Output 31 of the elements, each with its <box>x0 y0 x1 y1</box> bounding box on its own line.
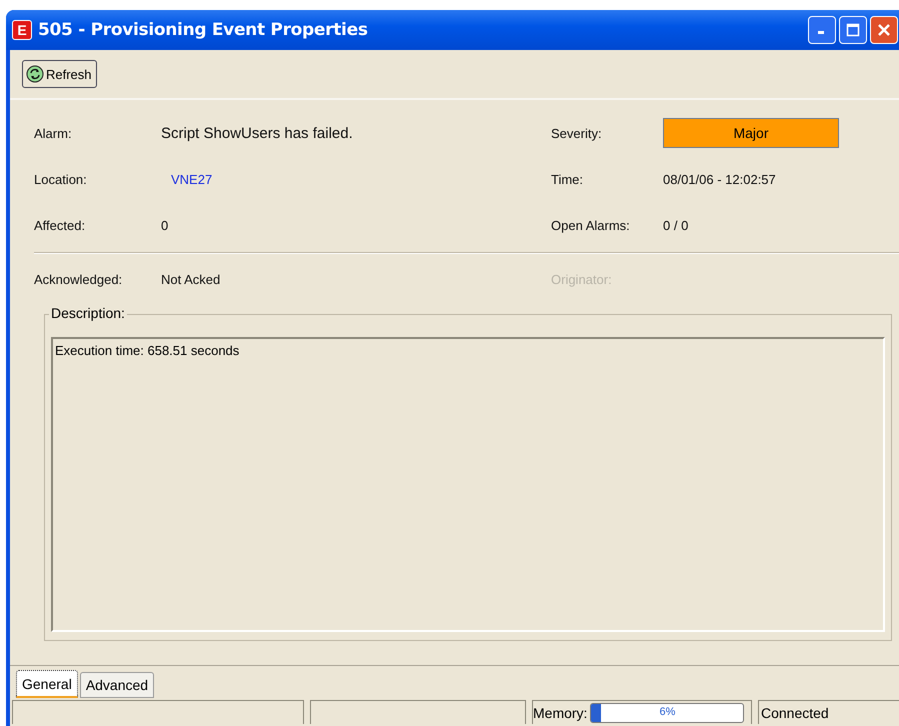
field-label: Severity: <box>551 126 603 140</box>
window-title: 505 - Provisioning Event Properties <box>38 20 368 40</box>
minimize-button[interactable] <box>808 16 836 44</box>
field-value: 08/01/06 - 12:02:57 <box>663 172 777 186</box>
group-label: Description: <box>49 305 127 321</box>
field-label: Alarm: <box>34 126 73 140</box>
close-icon <box>876 22 892 38</box>
field-value: Not Acked <box>161 272 222 286</box>
connection-status: Connected <box>758 700 899 724</box>
maximize-button[interactable] <box>839 16 867 44</box>
tab[interactable]: General <box>16 670 78 698</box>
refresh-icon <box>26 65 44 83</box>
memory-reading: 6% <box>658 706 676 718</box>
app-logo-icon: E <box>12 20 32 40</box>
field-label: Location: <box>34 172 88 186</box>
close-button[interactable] <box>870 16 898 44</box>
description-text: Execution time: 658.51 seconds <box>55 343 240 358</box>
field-label: Acknowledged: <box>34 272 124 286</box>
field-label: Affected: <box>34 218 86 232</box>
field-value: Script ShowUsers has failed. <box>161 124 354 142</box>
field-value: 0 / 0 <box>663 218 690 232</box>
tab[interactable]: Advanced <box>80 672 154 698</box>
field-label: Open Alarms: <box>551 218 631 232</box>
field-label: Time: <box>551 172 584 186</box>
memory-label: Memory: <box>533 704 588 720</box>
field-value: 0 <box>161 218 170 232</box>
description-text-area[interactable]: Execution time: 658.51 seconds <box>51 337 885 632</box>
refresh-button[interactable]: Refresh <box>22 60 97 88</box>
maximize-icon <box>846 23 860 37</box>
severity-badge: Major <box>663 118 839 148</box>
location-link[interactable]: VNE27 <box>161 172 551 186</box>
